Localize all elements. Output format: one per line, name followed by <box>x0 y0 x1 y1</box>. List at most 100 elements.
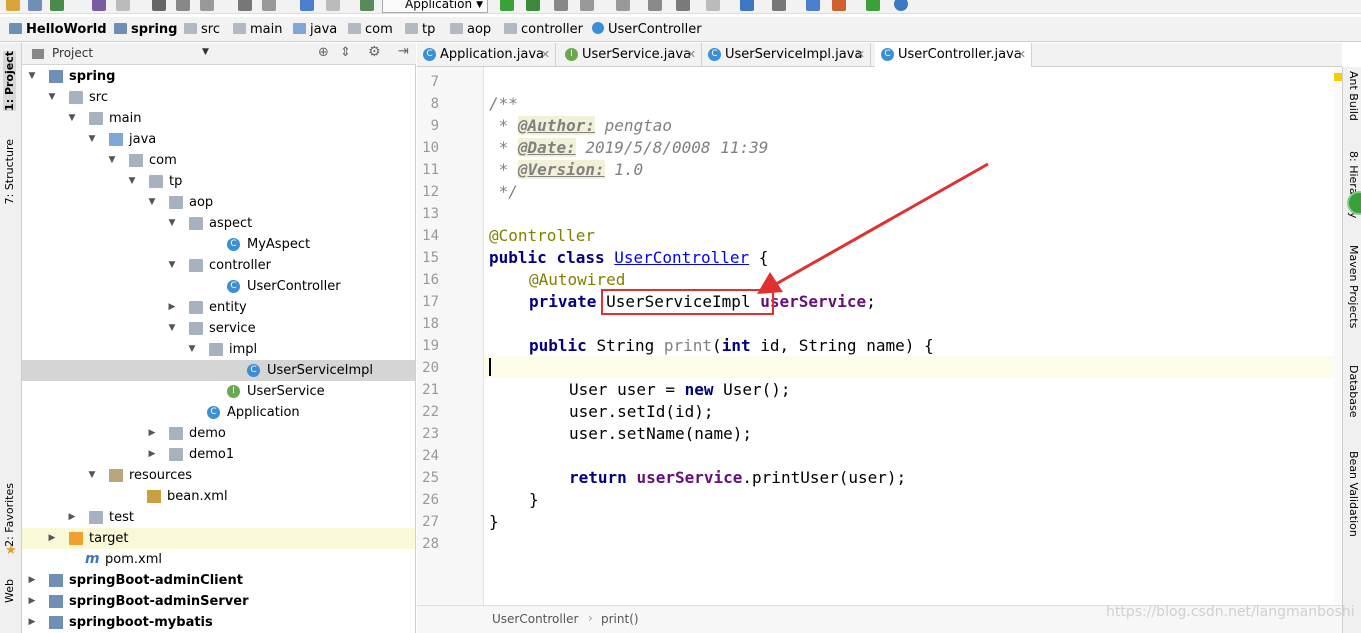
tree-item-pom-xml[interactable]: m pom.xml <box>22 549 415 570</box>
ant-build-tool-tab[interactable]: Ant Build <box>1347 71 1360 121</box>
tab-usercontroller-java[interactable]: C UserController.java ✕ <box>875 43 1032 68</box>
open-icon[interactable] <box>6 0 20 11</box>
breadcrumb-aop[interactable]: aop <box>450 21 491 39</box>
tree-item-spring[interactable]: ▼ spring <box>22 66 415 87</box>
gear-icon[interactable]: ⚙ <box>368 44 381 60</box>
favorites-tool-tab[interactable]: 2: Favorites <box>3 483 16 547</box>
status-crumb-method[interactable]: print() <box>601 612 639 626</box>
help-icon[interactable] <box>740 0 754 11</box>
plugin-icon[interactable] <box>832 0 846 11</box>
code-line[interactable]: } <box>529 490 539 509</box>
hide-icon[interactable]: ⇥ <box>398 44 409 59</box>
chevron-right-icon[interactable]: ▶ <box>47 528 57 549</box>
breadcrumb-main[interactable]: main <box>233 21 282 39</box>
redo-icon[interactable] <box>116 0 130 11</box>
run-icon[interactable] <box>500 0 514 11</box>
code-line[interactable]: User user = new User(); <box>569 380 791 399</box>
tree-item-springboot-adminclient[interactable]: ▶ springBoot-adminClient <box>22 570 415 591</box>
save-icon[interactable] <box>28 0 42 11</box>
tree-item-tp[interactable]: ▼ tp <box>22 171 415 192</box>
tree-item-springboot-adminserver[interactable]: ▶ springBoot-adminServer <box>22 591 415 612</box>
paste-icon[interactable] <box>200 0 214 11</box>
breadcrumb-spring[interactable]: spring <box>114 21 177 39</box>
breadcrumb-usercontroller[interactable]: UserController <box>592 21 702 39</box>
forward-icon[interactable] <box>326 0 340 11</box>
chevron-down-icon[interactable]: ▼ <box>47 87 57 108</box>
tree-item-demo[interactable]: ▶ demo <box>22 423 415 444</box>
chevron-down-icon[interactable]: ▼ <box>167 255 177 276</box>
tree-item-aop[interactable]: ▼ aop <box>22 192 415 213</box>
project-structure-icon[interactable] <box>616 0 630 11</box>
code-line[interactable]: * @Version: 1.0 <box>489 160 643 179</box>
breadcrumb-tp[interactable]: tp <box>405 21 435 39</box>
breadcrumb-com[interactable]: com <box>348 21 393 39</box>
code-line[interactable]: public String print(int id, String name)… <box>529 336 934 355</box>
tree-item-userserviceimpl[interactable]: C UserServiceImpl <box>22 360 415 381</box>
code-line[interactable]: public class UserController { <box>489 248 768 267</box>
tab-userserviceimpl-java[interactable]: C UserServiceImpl.java ✕ <box>702 43 871 67</box>
maven-projects-tool-tab[interactable]: Maven Projects <box>1347 245 1360 328</box>
chevron-down-icon[interactable]: ▼ <box>27 66 37 87</box>
status-crumb-class[interactable]: UserController <box>492 612 578 626</box>
back-icon[interactable] <box>300 0 314 11</box>
tree-item-test[interactable]: ▶ test <box>22 507 415 528</box>
chevron-right-icon[interactable]: ▶ <box>27 591 37 612</box>
power-save-icon[interactable] <box>894 0 908 11</box>
chevron-down-icon[interactable]: ▼ <box>147 192 157 213</box>
code-line[interactable]: return userService.printUser(user); <box>569 468 906 487</box>
profiler-icon[interactable] <box>866 0 880 11</box>
database-tool-tab[interactable]: Database <box>1347 365 1360 418</box>
project-tool-tab[interactable]: 1: Project <box>3 51 16 111</box>
code-line[interactable]: */ <box>489 182 518 201</box>
chevron-right-icon[interactable]: ▶ <box>147 423 157 444</box>
settings-icon[interactable] <box>648 0 662 11</box>
code-line[interactable]: @Autowired <box>529 270 625 289</box>
chevron-right-icon[interactable]: ▶ <box>167 297 177 318</box>
debug-icon[interactable] <box>526 0 540 11</box>
coverage-icon[interactable] <box>554 0 568 11</box>
tree-item-springboot-mybatis[interactable]: ▶ springboot-mybatis <box>22 612 415 633</box>
tree-item-impl[interactable]: ▼ impl <box>22 339 415 360</box>
chevron-down-icon[interactable]: ▼ <box>107 150 117 171</box>
chevron-down-icon[interactable]: ▼ <box>127 171 137 192</box>
breadcrumb-controller[interactable]: controller <box>504 21 583 39</box>
code-line[interactable]: /** <box>489 94 518 113</box>
breadcrumb-src[interactable]: src <box>184 21 220 39</box>
code-line[interactable]: * @Date: 2019/5/8/0008 11:39 <box>489 138 768 157</box>
tree-item-myaspect[interactable]: C MyAspect <box>22 234 415 255</box>
project-panel-title[interactable]: Project <box>52 46 93 60</box>
tree-item-controller[interactable]: ▼ controller <box>22 255 415 276</box>
replace-icon[interactable] <box>262 0 276 11</box>
close-icon[interactable]: ✕ <box>541 43 550 66</box>
tree-item-target[interactable]: ▶ target <box>22 528 415 549</box>
cut-icon[interactable] <box>152 0 166 11</box>
find-icon[interactable] <box>238 0 252 11</box>
code-line[interactable]: } <box>489 512 499 531</box>
tree-item-userservice[interactable]: I UserService <box>22 381 415 402</box>
chevron-down-icon[interactable]: ▼ <box>187 339 197 360</box>
tree-item-service[interactable]: ▼ service <box>22 318 415 339</box>
chevron-down-icon[interactable]: ▼ <box>67 108 77 129</box>
tree-item-demo1[interactable]: ▶ demo1 <box>22 444 415 465</box>
code-line[interactable]: user.setName(name); <box>569 424 752 443</box>
tree-item-src[interactable]: ▼ src <box>22 87 415 108</box>
tools-icon[interactable] <box>676 0 690 11</box>
vcs-icon[interactable] <box>806 0 820 11</box>
sdk-icon[interactable] <box>706 0 720 11</box>
structure-icon[interactable] <box>772 0 786 11</box>
close-icon[interactable]: ✕ <box>687 43 696 66</box>
structure-tool-tab[interactable]: 7: Structure <box>3 139 16 204</box>
tree-item-usercontroller[interactable]: C UserController <box>22 276 415 297</box>
tree-item-resources[interactable]: ▼ resources <box>22 465 415 486</box>
code-line[interactable]: @Controller <box>489 226 595 245</box>
chevron-down-icon[interactable]: ▼ <box>167 213 177 234</box>
chevron-right-icon[interactable]: ▶ <box>27 612 37 633</box>
tab-application-java[interactable]: C Application.java ✕ <box>417 43 556 67</box>
breadcrumb-java[interactable]: java <box>293 21 337 39</box>
tree-item-main[interactable]: ▼ main <box>22 108 415 129</box>
bean-validation-tool-tab[interactable]: Bean Validation <box>1347 451 1360 537</box>
tree-item-aspect[interactable]: ▼ aspect <box>22 213 415 234</box>
close-icon[interactable]: ✕ <box>1017 43 1026 66</box>
sync-icon[interactable] <box>50 0 64 11</box>
chevron-down-icon[interactable]: ▼ <box>87 129 97 150</box>
